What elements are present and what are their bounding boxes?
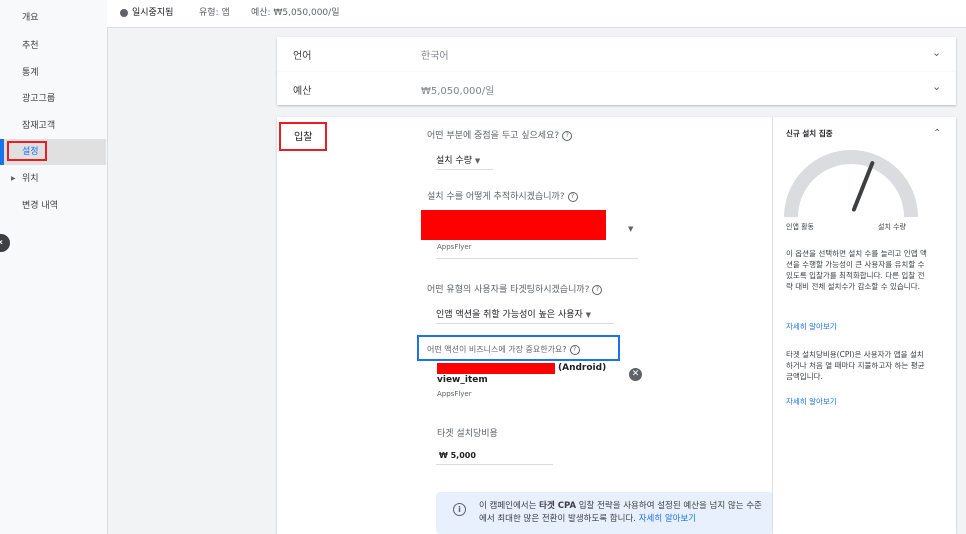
help-icon: ? [569, 345, 580, 355]
status-text: 일시중지됨 [132, 8, 174, 18]
learn-more-link-1[interactable]: 자세히 알아보기 [786, 321, 837, 332]
sidebar-item-recommendations[interactable]: 추천 [0, 33, 106, 59]
language-value: 한국어 [421, 51, 449, 62]
info-icon: i [453, 503, 466, 516]
chevron-down-icon[interactable]: ⌄ [932, 46, 941, 59]
chevron-down-icon[interactable]: ⌄ [932, 80, 941, 93]
remove-action-icon[interactable]: ✕ [629, 368, 642, 381]
gauge-left-label: 인앱 활동 [786, 223, 814, 231]
action-source: AppsFlyer [437, 390, 472, 398]
paused-status-icon [120, 9, 128, 17]
target-user-dropdown[interactable]: 인앱 액션을 취할 가능성이 높은 사용자 ▼ [436, 307, 591, 320]
focus-dropdown[interactable]: 설치 수량 ▼ [436, 153, 480, 166]
strategy-help-panel: 신규 설치 집중 ⌃ 인앱 활동 설치 수량 이 옵션을 선택하면 설치 수를 … [772, 117, 957, 534]
budget-value: ₩5,050,000/일 [421, 86, 495, 97]
help-desc-1: 이 옵션을 선택하면 설치 수를 늘리고 인앱 액션을 수행할 가능성이 큰 사… [786, 249, 927, 291]
help-panel-title: 신규 설치 집중 [786, 129, 833, 138]
info-learn-more-link[interactable]: 자세히 알아보기 [639, 514, 696, 524]
redacted-conversion-name [421, 210, 606, 240]
language-row[interactable]: 언어 한국어 ⌄ [277, 37, 956, 73]
action-platform: (Android) [558, 363, 607, 373]
help-icon: ? [567, 192, 578, 202]
dropdown-arrow-icon: ▼ [474, 157, 481, 165]
chevron-up-icon[interactable]: ⌃ [933, 128, 941, 139]
target-cpi-input[interactable]: ₩ 5,000 [439, 451, 476, 460]
sidebar-item-ad-groups[interactable]: 광고그룹 [0, 86, 106, 112]
action-question: 어떤 액션이 비즈니스에 가장 중요한가요?? [427, 344, 580, 355]
bidding-info-box: i 이 캠페인에서는 타겟 CPA 입찰 전략을 사용하여 설정된 예산을 넘지… [436, 492, 773, 534]
budget-label: 예산 [293, 86, 312, 97]
bidding-label: 입찰 [294, 132, 313, 143]
gauge-needle [851, 161, 875, 212]
budget-row[interactable]: 예산 ₩5,050,000/일 ⌄ [277, 72, 956, 105]
dropdown-arrow-icon[interactable]: ▼ [628, 225, 633, 233]
track-source: AppsFlyer [437, 243, 472, 251]
sidebar-item-statistics[interactable]: 통계 [0, 60, 106, 86]
info-text: 이 캠페인에서는 타겟 CPA 입찰 전략을 사용하여 설정된 예산을 넘지 않… [479, 501, 762, 524]
redacted-app-name [437, 363, 555, 374]
help-icon: ? [562, 131, 573, 141]
sidebar-item-locations[interactable]: 위치 [0, 166, 106, 192]
gauge-right-label: 설치 수량 [878, 223, 906, 231]
campaign-status-bar: 일시중지됨 유형: 앱 예산: ₩5,050,000/일 [107, 0, 966, 28]
target-cpi-label: 타겟 설치당비용 [437, 429, 498, 439]
settings-highlight-box [7, 141, 47, 161]
help-icon: ? [592, 285, 603, 295]
type-text: 유형: 앱 [199, 8, 230, 18]
help-desc-2: 타겟 설치당비용(CPI)은 사용자가 앱을 설치하거나 처음 열 때마다 지불… [786, 350, 925, 381]
strategy-gauge [784, 150, 918, 218]
sidebar-item-overview[interactable]: 개요 [0, 5, 106, 31]
sidebar-item-change-history[interactable]: 변경 내역 [0, 193, 106, 219]
track-question: 설치 수를 어떻게 추적하시겠습니까?? [427, 189, 578, 202]
sidebar-nav: 개요 추천 통계 광고그룹 잠재고객 설정 ▶ 위치 변경 내역 [0, 0, 108, 534]
action-event: view_item [437, 375, 488, 385]
budget-text: 예산: ₩5,050,000/일 [251, 8, 340, 18]
focus-question: 어떤 부분에 중점을 두고 싶으세요?? [427, 128, 573, 141]
learn-more-link-2[interactable]: 자세히 알아보기 [786, 396, 837, 407]
target-user-question: 어떤 유형의 사용자를 타겟팅하시겠습니까?? [427, 282, 603, 295]
language-label: 언어 [293, 51, 312, 62]
dropdown-arrow-icon: ▼ [585, 311, 592, 319]
sidebar-item-audiences[interactable]: 잠재고객 [0, 113, 106, 139]
